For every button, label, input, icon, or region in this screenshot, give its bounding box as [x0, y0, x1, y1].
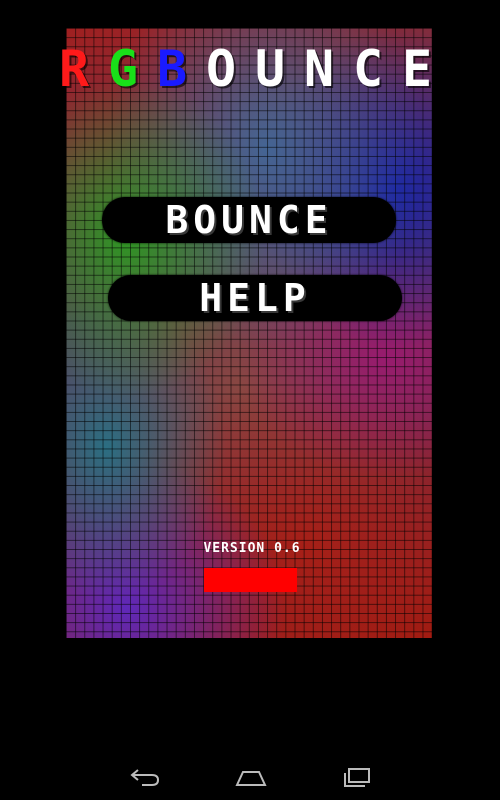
title-letter-g: G: [107, 40, 140, 98]
back-icon[interactable]: [128, 766, 162, 788]
title-letter-n: N: [303, 40, 336, 98]
game-title-logo: R G B O U N C E: [50, 44, 450, 94]
recent-apps-icon[interactable]: [340, 766, 374, 788]
title-letter-o: O: [205, 40, 238, 98]
home-icon[interactable]: [234, 766, 268, 788]
bounce-button[interactable]: BOUNCE: [102, 197, 396, 243]
help-button[interactable]: HELP: [108, 275, 402, 321]
paddle[interactable]: [204, 568, 297, 592]
version-label: VERSION 0.6: [203, 541, 301, 556]
title-letter-r: R: [58, 40, 91, 98]
title-letter-c: C: [352, 40, 385, 98]
title-letter-b: B: [156, 40, 189, 98]
title-letter-e: E: [401, 40, 434, 98]
game-screen: R G B O U N C E BOUNCE HELP VERSION 0.6: [0, 0, 500, 800]
title-letter-u: U: [254, 40, 287, 98]
